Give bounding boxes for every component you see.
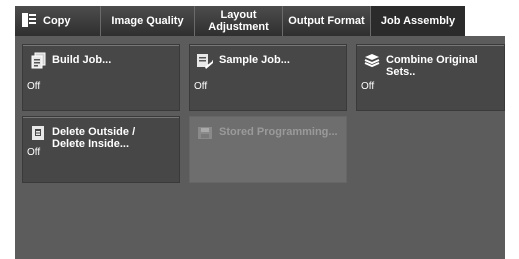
- delete-outside-inside-status: Off: [27, 147, 41, 158]
- sample-job-status: Off: [194, 81, 208, 92]
- combine-original-sets-button[interactable]: Combine Original Sets.. Off: [356, 44, 505, 111]
- build-job-label: Build Job...: [52, 54, 112, 66]
- stored-programming-label: Stored Programming...: [219, 126, 338, 138]
- tab-copy-label: Copy: [43, 15, 71, 27]
- build-job-icon: [29, 52, 47, 70]
- stored-programming-icon: [196, 124, 214, 142]
- tab-output-format-label: Output Format: [288, 15, 365, 27]
- tab-bar-filler: [465, 6, 505, 36]
- combine-sets-icon: [363, 52, 381, 70]
- stored-programming-button: Stored Programming...: [189, 116, 347, 183]
- tab-bar: Copy Image Quality Layout Adjustment Out…: [15, 6, 505, 36]
- tab-layout-adjustment-label: Layout Adjustment: [208, 9, 269, 33]
- tab-job-assembly-label: Job Assembly: [380, 15, 456, 27]
- tab-layout-adjustment[interactable]: Layout Adjustment: [195, 6, 283, 36]
- tab-image-quality-label: Image Quality: [111, 15, 184, 27]
- delete-outside-icon: [29, 124, 47, 142]
- sample-job-label: Sample Job...: [219, 54, 290, 66]
- combine-original-sets-status: Off: [361, 81, 375, 92]
- combine-original-sets-label: Combine Original Sets..: [386, 54, 478, 78]
- copy-icon: [21, 12, 37, 31]
- tab-job-assembly[interactable]: Job Assembly: [371, 6, 465, 36]
- sample-job-button[interactable]: Sample Job... Off: [189, 44, 347, 111]
- sample-job-icon: [196, 52, 214, 70]
- tab-image-quality[interactable]: Image Quality: [101, 6, 195, 36]
- tab-output-format[interactable]: Output Format: [283, 6, 371, 36]
- build-job-button[interactable]: Build Job... Off: [22, 44, 180, 111]
- build-job-status: Off: [27, 81, 41, 92]
- delete-outside-inside-label: Delete Outside / Delete Inside...: [52, 126, 136, 150]
- tab-copy[interactable]: Copy: [15, 6, 101, 36]
- delete-outside-inside-button[interactable]: Delete Outside / Delete Inside... Off: [22, 116, 180, 183]
- job-assembly-panel: Build Job... Off Sample Job... Off Combi…: [15, 36, 505, 259]
